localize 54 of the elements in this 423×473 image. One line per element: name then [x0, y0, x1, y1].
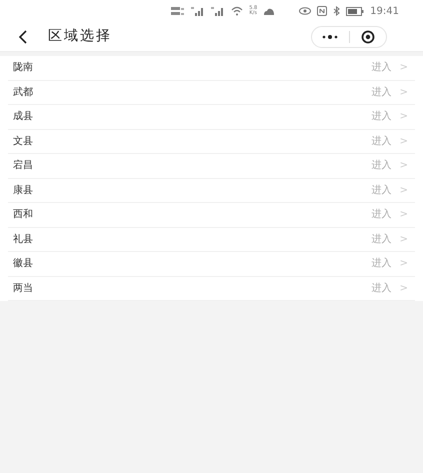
enter-link: 进入	[372, 232, 392, 247]
region-name: 礼县	[13, 232, 33, 247]
region-name: 武都	[13, 86, 33, 100]
sim-card-icon	[171, 6, 186, 16]
chevron-glyph: >	[400, 134, 408, 149]
page-title: 区域选择	[48, 27, 112, 46]
enter-link: 进入	[372, 60, 392, 76]
chevron-glyph: >	[400, 232, 408, 247]
enter-link: 进入	[372, 134, 392, 149]
wifi-icon	[231, 6, 244, 16]
chevron-glyph: >	[400, 61, 408, 76]
region-row[interactable]: 文县 进入 >	[8, 130, 415, 154]
enter-link: 进入	[372, 86, 392, 100]
nfc-icon	[317, 6, 328, 16]
region-name: 两当	[13, 282, 33, 296]
region-row[interactable]: 礼县 进入 >	[8, 228, 415, 252]
chevron-glyph: >	[400, 257, 408, 272]
enter-link: 进入	[372, 256, 392, 272]
region-name: 宕昌	[13, 158, 33, 174]
region-name: 康县	[13, 184, 33, 198]
chevron-glyph: >	[400, 86, 408, 100]
region-row[interactable]: 武都 进入 >	[8, 80, 415, 105]
bluetooth-icon	[333, 6, 340, 16]
signal-icon	[211, 6, 226, 16]
chevron-glyph: >	[400, 159, 408, 174]
region-name: 陇南	[13, 60, 33, 76]
back-icon	[18, 30, 28, 44]
region-row[interactable]: 成县 进入 >	[8, 105, 415, 130]
region-name: 西和	[13, 208, 33, 222]
target-icon	[360, 30, 375, 44]
region-row[interactable]: 西和 进入 >	[8, 203, 415, 228]
enter-link: 进入	[372, 208, 392, 222]
enter-link: 进入	[372, 110, 392, 124]
region-name: 成县	[13, 110, 33, 124]
region-name: 徽县	[13, 257, 33, 272]
enter-link: 进入	[372, 282, 392, 296]
signal-icon	[191, 6, 206, 16]
cloud-icon	[263, 8, 276, 14]
battery-icon	[346, 6, 364, 16]
region-row[interactable]: 宕昌 进入 >	[8, 154, 415, 178]
enter-link: 进入	[372, 158, 392, 174]
eye-icon	[299, 7, 312, 15]
chevron-glyph: >	[400, 110, 408, 124]
region-row[interactable]: 康县 进入 >	[8, 178, 415, 203]
enter-link: 进入	[372, 184, 392, 198]
dots-icon	[322, 34, 338, 38]
status-time: 19:41	[370, 4, 399, 18]
chevron-glyph: >	[400, 184, 408, 198]
region-row[interactable]: 徽县 进入 >	[8, 252, 415, 276]
chevron-glyph: >	[400, 282, 408, 296]
chevron-glyph: >	[400, 208, 408, 222]
region-row[interactable]: 陇南 进入 >	[8, 56, 415, 80]
region-name: 文县	[13, 134, 33, 149]
region-row[interactable]: 两当 进入 >	[8, 276, 415, 301]
